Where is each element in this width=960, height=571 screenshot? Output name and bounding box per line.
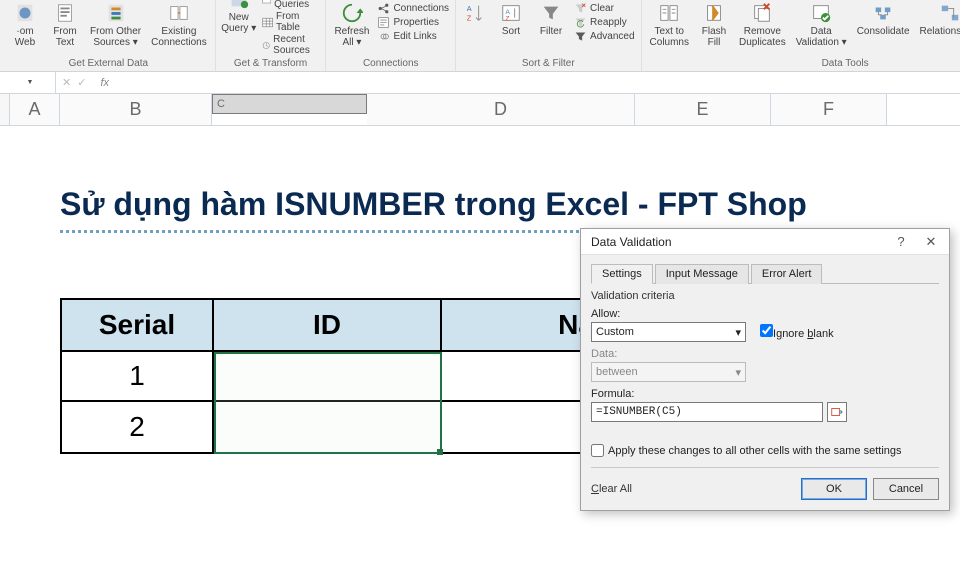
ignore-blank-checkbox[interactable]: Ignore blank — [760, 324, 834, 340]
remove-duplicates-button[interactable]: Remove Duplicates — [737, 0, 788, 48]
td-serial-2[interactable]: 2 — [62, 402, 214, 452]
sheet-title: Sử dụng hàm ISNUMBER trong Excel - FPT S… — [60, 186, 807, 223]
tab-input-message[interactable]: Input Message — [655, 264, 749, 284]
help-icon[interactable]: ? — [889, 234, 913, 250]
col-header-c[interactable]: C — [212, 94, 367, 114]
svg-text:A: A — [467, 4, 472, 13]
formula-bar: ▼ ✕ ✓ fx — [0, 72, 960, 94]
td-id-1[interactable] — [214, 352, 442, 402]
col-header-f[interactable]: F — [771, 94, 887, 125]
relationships-button[interactable]: Relationships — [918, 0, 960, 37]
criteria-label: Validation criteria — [591, 290, 939, 302]
tab-settings[interactable]: Settings — [591, 264, 653, 284]
svg-text:Z: Z — [506, 15, 510, 22]
data-label: Data: — [591, 348, 939, 360]
data-validation-dialog: Data Validation ? ✕ Settings Input Messa… — [580, 228, 950, 511]
enter-formula-icon[interactable]: ✓ — [77, 76, 86, 89]
col-header-a[interactable]: A — [10, 94, 60, 125]
formula-input[interactable]: =ISNUMBER(C5) — [591, 402, 823, 422]
allow-select[interactable]: Custom▾ — [591, 322, 746, 342]
group-sort-filter: Sort & Filter — [522, 58, 575, 69]
flash-fill-button[interactable]: Flash Fill — [697, 0, 731, 48]
ok-button[interactable]: OK — [801, 478, 867, 500]
td-serial-1[interactable]: 1 — [62, 352, 214, 402]
show-queries-button[interactable]: Show Queries — [262, 0, 320, 10]
properties-button[interactable]: Properties — [377, 16, 449, 29]
clear-all-button[interactable]: Clear All — [591, 483, 632, 495]
data-validation-button[interactable]: Data Validation ▾ — [794, 0, 849, 48]
consolidate-button[interactable]: Consolidate — [855, 0, 912, 37]
ribbon: ·om Web From Text From Other Sources ▾ E… — [0, 0, 960, 72]
advanced-filter-button[interactable]: Advanced — [574, 30, 634, 43]
name-box[interactable]: ▼ — [0, 72, 56, 93]
allow-label: Allow: — [591, 308, 939, 320]
cancel-formula-icon[interactable]: ✕ — [62, 76, 71, 89]
from-table-button[interactable]: From Table — [262, 11, 320, 33]
group-transform: Get & Transform — [234, 58, 307, 69]
dialog-title: Data Validation — [591, 235, 672, 249]
data-select: between▾ — [591, 362, 746, 382]
existing-connections-button[interactable]: Existing Connections — [149, 0, 209, 48]
new-query-button[interactable]: New Query ▾ — [222, 0, 256, 34]
group-connections: Connections — [363, 58, 419, 69]
group-data-tools: Data Tools — [822, 58, 869, 69]
clear-filter-button[interactable]: Clear — [574, 2, 634, 15]
from-other-sources-button[interactable]: From Other Sources ▾ — [88, 0, 143, 48]
recent-sources-button[interactable]: Recent Sources — [262, 34, 320, 56]
sort-az-button[interactable]: AZ — [462, 0, 488, 24]
from-web-button[interactable]: ·om Web — [8, 0, 42, 48]
fx-label[interactable]: fx — [92, 77, 117, 89]
th-id: ID — [214, 300, 442, 352]
from-text-button[interactable]: From Text — [48, 0, 82, 48]
range-picker-button[interactable] — [827, 402, 847, 422]
dialog-tabs: Settings Input Message Error Alert — [591, 263, 939, 284]
connections-button[interactable]: Connections — [377, 2, 449, 15]
refresh-all-button[interactable]: Refresh All ▾ — [332, 0, 371, 48]
col-header-e[interactable]: E — [635, 94, 771, 125]
cancel-button[interactable]: Cancel — [873, 478, 939, 500]
svg-text:Z: Z — [467, 13, 472, 22]
text-to-columns-button[interactable]: Text to Columns — [648, 0, 691, 48]
reapply-button[interactable]: Reapply — [574, 16, 634, 29]
th-serial: Serial — [62, 300, 214, 352]
close-icon[interactable]: ✕ — [919, 234, 943, 250]
td-id-2[interactable] — [214, 402, 442, 452]
edit-links-button[interactable]: Edit Links — [377, 30, 449, 43]
tab-error-alert[interactable]: Error Alert — [751, 264, 823, 284]
filter-button[interactable]: Filter — [534, 0, 568, 37]
group-external-data: Get External Data — [69, 58, 148, 69]
apply-all-checkbox[interactable]: Apply these changes to all other cells w… — [591, 444, 939, 457]
col-header-b[interactable]: B — [60, 94, 212, 125]
col-header-d[interactable]: D — [367, 94, 635, 125]
sort-button[interactable]: AZSort — [494, 0, 528, 37]
formula-label: Formula: — [591, 388, 939, 400]
